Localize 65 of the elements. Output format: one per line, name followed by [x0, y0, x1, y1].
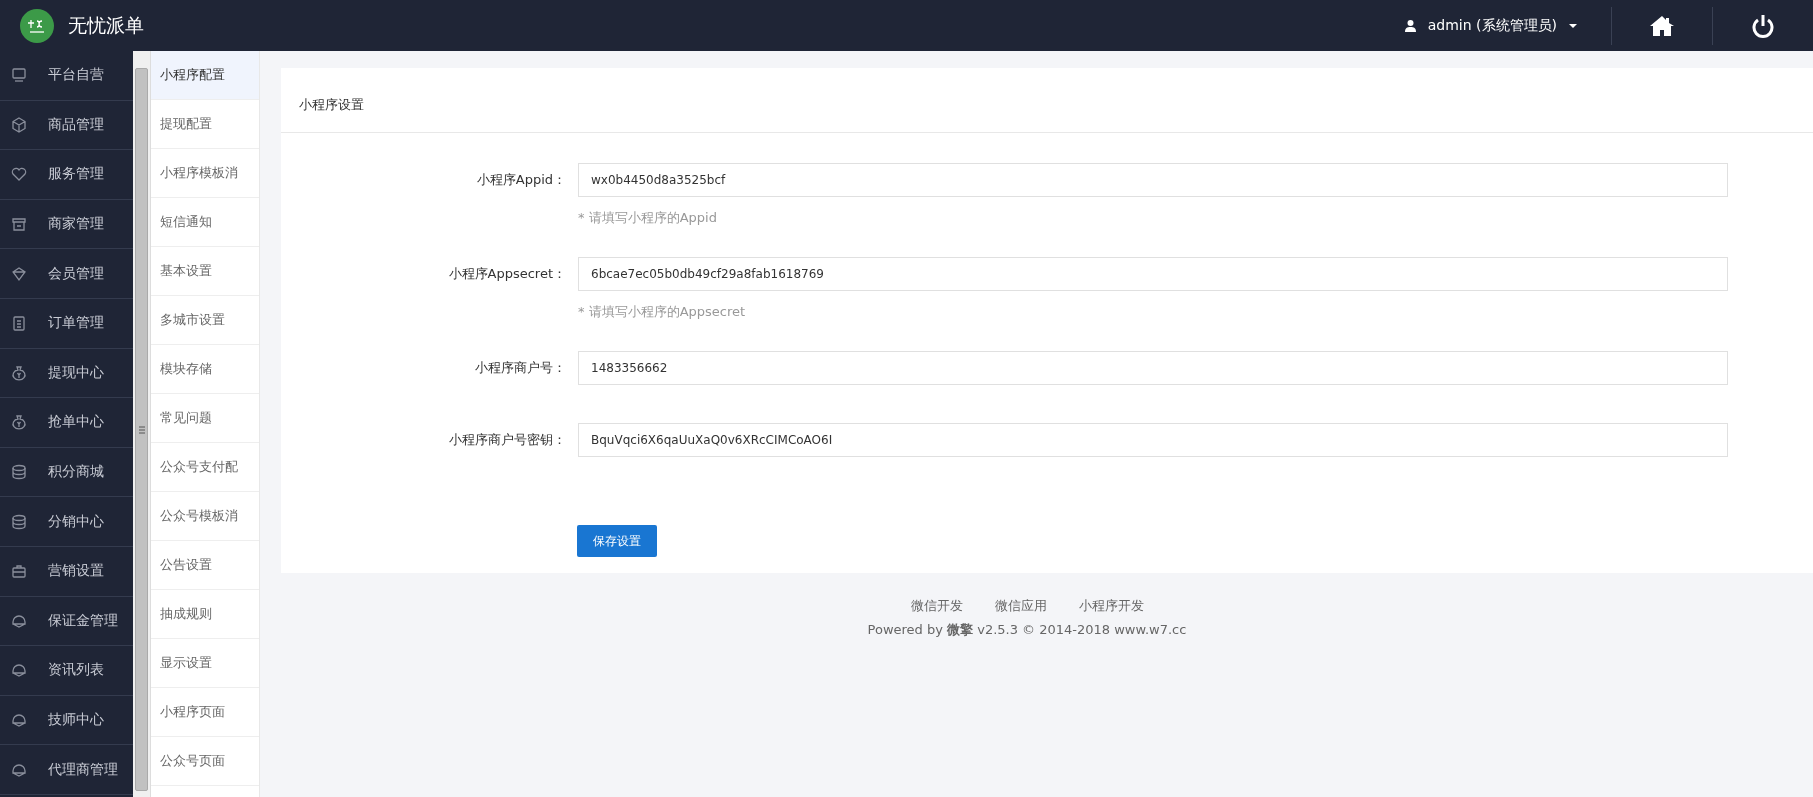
powered-by-text: Powered by 微擎 v2.5.3 © 2014-2018 www.w7.cc: [866, 621, 1188, 639]
field-label: 小程序Appid：: [475, 171, 566, 189]
helmet-icon: [10, 711, 28, 729]
coin-stack-icon: [10, 463, 28, 482]
logo-icon: [20, 8, 54, 43]
power-icon[interactable]: [1752, 13, 1774, 38]
sidebar-item[interactable]: 积分商城: [48, 463, 104, 482]
sidebar-item[interactable]: 技师中心: [48, 711, 104, 729]
sidebar-item[interactable]: 营销设置: [48, 562, 104, 581]
sidebar-item[interactable]: 分销中心: [48, 512, 104, 531]
input-field[interactable]: BquVqci6X6qaUuXaQ0v6XRcCIMCoAO6I: [578, 423, 1728, 457]
money-bag-icon: [10, 413, 28, 432]
clipboard-icon: [10, 314, 28, 333]
sidebar-item[interactable]: 会员管理: [48, 264, 104, 283]
toolbox-icon: [10, 562, 28, 581]
submenu-item[interactable]: 公众号支付配: [151, 443, 259, 492]
submenu-item[interactable]: 短信通知: [151, 198, 259, 247]
footer-link[interactable]: 微信应用: [994, 597, 1047, 615]
input-field[interactable]: wx0b4450d8a3525bcf: [578, 163, 1728, 197]
sidebar-item[interactable]: 服务管理: [48, 165, 104, 184]
submenu-item[interactable]: 多城市设置: [151, 296, 259, 345]
submenu-item[interactable]: 抽成规则: [151, 590, 259, 639]
user-menu[interactable]: admin (系统管理员): [1427, 16, 1557, 35]
store-icon: [10, 215, 28, 234]
field-label: 小程序商户号密钥：: [448, 431, 566, 449]
submenu-item[interactable]: 公众号模板消: [151, 492, 259, 541]
money-bag-icon: [10, 363, 28, 382]
app-title: 无忧派单: [68, 12, 144, 38]
submenu-item[interactable]: 小程序配置: [151, 51, 259, 100]
field-label: 小程序Appsecret：: [447, 265, 566, 283]
sidebar-item[interactable]: 订单管理: [48, 314, 104, 333]
card-title: 小程序设置: [281, 68, 1813, 133]
caret-icon: [1569, 23, 1577, 28]
sidebar-item[interactable]: 资讯列表: [48, 661, 104, 680]
save-button[interactable]: 保存设置: [577, 525, 657, 557]
sidebar-item[interactable]: 代理商管理: [48, 760, 118, 779]
field-label: 小程序商户号：: [474, 359, 566, 377]
home-icon[interactable]: [1650, 15, 1674, 36]
cube-icon: [10, 115, 28, 134]
submenu-item[interactable]: 常见问题: [151, 394, 259, 443]
help-text: * 请填写小程序的Appid: [578, 209, 718, 227]
submenu-item[interactable]: 显示设置: [151, 639, 259, 688]
sidebar-item[interactable]: 抢单中心: [48, 413, 104, 432]
submenu-item[interactable]: 公众号页面: [151, 737, 259, 786]
help-text: * 请填写小程序的Appsecret: [578, 303, 747, 321]
monitor-icon: [10, 66, 28, 85]
user-icon: [1404, 19, 1416, 32]
input-field[interactable]: 1483356662: [578, 351, 1728, 385]
submenu-item[interactable]: 小程序模板消: [151, 149, 259, 198]
input-field[interactable]: 6bcae7ec05b0db49cf29a8fab1618769: [578, 257, 1728, 291]
grip-icon[interactable]: [138, 425, 145, 434]
submenu-item[interactable]: 模块存储: [151, 345, 259, 394]
submenu-item[interactable]: 公告设置: [151, 541, 259, 590]
submenu-item[interactable]: 提现配置: [151, 100, 259, 149]
sidebar-item[interactable]: 平台自营: [48, 66, 104, 85]
footer-link[interactable]: 小程序开发: [1078, 597, 1144, 615]
scrollbar[interactable]: [133, 51, 151, 797]
submenu-item[interactable]: 小程序页面: [151, 688, 259, 737]
sidebar-item[interactable]: 商家管理: [48, 215, 104, 234]
sidebar-item[interactable]: 提现中心: [48, 363, 104, 382]
submenu-item[interactable]: 基本设置: [151, 247, 259, 296]
sidebar-item[interactable]: 商品管理: [48, 115, 104, 134]
footer-link[interactable]: 微信开发: [910, 597, 963, 615]
coin-stack-icon: [10, 512, 28, 531]
sidebar-item[interactable]: 保证金管理: [48, 611, 118, 630]
